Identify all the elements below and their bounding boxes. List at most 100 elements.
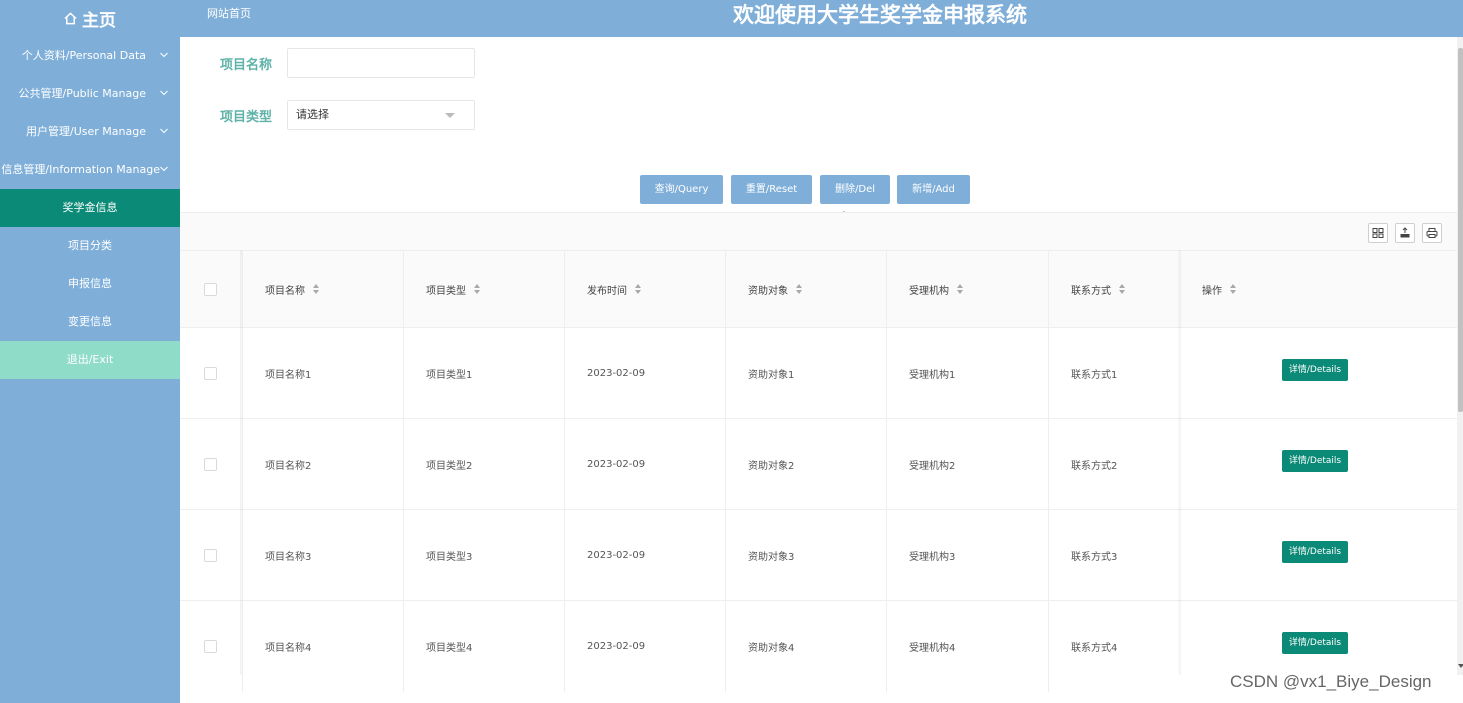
- cell-project-type: 项目类型2: [403, 419, 564, 509]
- print-icon: [1426, 228, 1438, 238]
- cell-project-name: 项目名称2: [242, 419, 403, 509]
- details-button[interactable]: 详情/Details: [1282, 450, 1348, 472]
- top-header: 主页 网站首页 欢迎使用大学生奖学金申报系统: [0, 0, 1463, 37]
- header-contact[interactable]: 联系方式: [1048, 251, 1180, 327]
- cell-funding-target: 资助对象3: [725, 510, 886, 600]
- cell-organization: 受理机构2: [886, 419, 1048, 509]
- header-project-name[interactable]: 项目名称: [242, 251, 403, 327]
- chevron-down-icon: [160, 90, 168, 96]
- header-label: 资助对象: [748, 285, 788, 297]
- table-row: 项目名称2 项目类型2 2023-02-09 资助对象2 受理机构2 联系方式2: [180, 419, 1457, 510]
- row-checkbox[interactable]: [203, 640, 217, 653]
- fixed-column-shadow: [240, 250, 243, 675]
- scroll-down-arrow-icon[interactable]: [1458, 664, 1463, 668]
- sidebar-item-application-info[interactable]: 申报信息: [0, 265, 180, 303]
- project-type-placeholder: 请选择: [296, 108, 329, 121]
- cell-publish-time: 2023-02-09: [564, 328, 725, 418]
- row-select-cell: [180, 510, 240, 600]
- sidebar-item-label: 奖学金信息: [62, 201, 118, 214]
- cell-project-name: 项目名称1: [242, 328, 403, 418]
- sort-icon[interactable]: [1230, 284, 1237, 294]
- columns-button[interactable]: [1368, 223, 1388, 243]
- fixed-column-shadow: [1177, 250, 1181, 675]
- cell-funding-target: 资助对象1: [725, 328, 886, 418]
- header-publish-time[interactable]: 发布时间: [564, 251, 725, 327]
- cell-project-type: 项目类型1: [403, 328, 564, 418]
- sidebar: 个人资料/Personal Data 公共管理/Public Manage 用户…: [0, 37, 180, 703]
- header-label: 发布时间: [587, 285, 627, 297]
- header-organization[interactable]: 受理机构: [886, 251, 1048, 327]
- row-select-cell: [180, 328, 240, 418]
- site-home-link[interactable]: 网站首页: [207, 0, 251, 28]
- delete-button[interactable]: 删除/Del: [820, 175, 890, 204]
- add-button[interactable]: 新增/Add: [897, 175, 970, 204]
- app-root: 主页 网站首页 欢迎使用大学生奖学金申报系统 个人资料/Personal Dat…: [0, 0, 1463, 703]
- sidebar-item-label: 退出/Exit: [66, 353, 114, 366]
- home-link[interactable]: 主页: [0, 0, 180, 37]
- details-button[interactable]: 详情/Details: [1282, 359, 1348, 381]
- sidebar-item-label: 信息管理/Information Manage: [1, 163, 160, 176]
- sidebar-item-user-manage[interactable]: 用户管理/User Manage: [0, 113, 180, 151]
- cell-project-name: 项目名称3: [242, 510, 403, 600]
- reset-button[interactable]: 重置/Reset: [731, 175, 812, 204]
- cell-publish-time: 2023-02-09: [564, 419, 725, 509]
- cell-contact: 联系方式2: [1048, 419, 1180, 509]
- details-button[interactable]: 详情/Details: [1282, 632, 1348, 654]
- cell-publish-time: 2023-02-09: [564, 601, 725, 692]
- row-checkbox[interactable]: [203, 366, 217, 380]
- cell-funding-target: 资助对象2: [725, 419, 886, 509]
- sidebar-item-personal-data[interactable]: 个人资料/Personal Data: [0, 37, 180, 75]
- select-all-checkbox[interactable]: [203, 282, 217, 296]
- sidebar-item-exit[interactable]: 退出/Exit: [0, 341, 180, 379]
- table-row: 项目名称1 项目类型1 2023-02-09 资助对象1 受理机构1 联系方式1: [180, 328, 1457, 419]
- print-button[interactable]: [1422, 223, 1442, 243]
- header-funding-target[interactable]: 资助对象: [725, 251, 886, 327]
- watermark: CSDN @vx1_Biye_Design: [1230, 672, 1432, 691]
- sidebar-item-label: 申报信息: [68, 277, 112, 290]
- cell-project-type: 项目类型3: [403, 510, 564, 600]
- row-checkbox[interactable]: [203, 548, 217, 562]
- scrollbar-thumb[interactable]: [1458, 48, 1463, 412]
- header-actions[interactable]: 操作: [1180, 251, 1457, 327]
- export-button[interactable]: [1395, 223, 1415, 243]
- sidebar-item-label: 变更信息: [68, 315, 112, 328]
- data-table: 项目名称 项目类型 发布时间 资助对象 受理机构 联系方式 操作 项目名称1 项…: [180, 250, 1457, 692]
- sidebar-item-project-category[interactable]: 项目分类: [0, 227, 180, 265]
- header-label: 受理机构: [909, 285, 949, 297]
- cell-contact: 联系方式4: [1048, 601, 1180, 692]
- export-icon: [1400, 227, 1410, 238]
- home-icon: [64, 12, 77, 25]
- table-row: 项目名称4 项目类型4 2023-02-09 资助对象4 受理机构4 联系方式4: [180, 601, 1457, 692]
- table-toolbar: [180, 212, 1457, 250]
- sidebar-item-label: 个人资料/Personal Data: [21, 49, 146, 62]
- chevron-down-icon: [445, 113, 455, 118]
- cell-project-name: 项目名称4: [242, 601, 403, 692]
- header-label: 项目名称: [265, 285, 305, 297]
- details-button[interactable]: 详情/Details: [1282, 541, 1348, 563]
- cell-organization: 受理机构3: [886, 510, 1048, 600]
- query-button[interactable]: 查询/Query: [640, 175, 723, 204]
- sort-icon[interactable]: [474, 284, 481, 294]
- sidebar-item-public-manage[interactable]: 公共管理/Public Manage: [0, 75, 180, 113]
- row-checkbox[interactable]: [203, 457, 217, 471]
- sidebar-item-scholarship-info[interactable]: 奖学金信息: [0, 189, 180, 227]
- row-select-cell: [180, 419, 240, 509]
- sort-icon[interactable]: [957, 284, 964, 294]
- sort-icon[interactable]: [313, 284, 320, 294]
- project-name-input[interactable]: [287, 48, 475, 78]
- cell-publish-time: 2023-02-09: [564, 510, 725, 600]
- header-project-type[interactable]: 项目类型: [403, 251, 564, 327]
- header-label: 项目类型: [426, 285, 466, 297]
- header-label: 操作: [1202, 285, 1222, 297]
- cell-contact: 联系方式1: [1048, 328, 1180, 418]
- sidebar-item-change-info[interactable]: 变更信息: [0, 303, 180, 341]
- sort-icon[interactable]: [796, 284, 803, 294]
- chevron-down-icon: [160, 128, 168, 134]
- sort-icon[interactable]: [635, 284, 642, 294]
- sidebar-item-information-manage[interactable]: 信息管理/Information Manage: [0, 151, 180, 189]
- header-select-cell: [180, 251, 240, 327]
- sidebar-item-label: 用户管理/User Manage: [26, 125, 146, 138]
- sidebar-item-label: 项目分类: [68, 239, 112, 252]
- sort-icon[interactable]: [1119, 284, 1126, 294]
- columns-icon: [1372, 228, 1384, 238]
